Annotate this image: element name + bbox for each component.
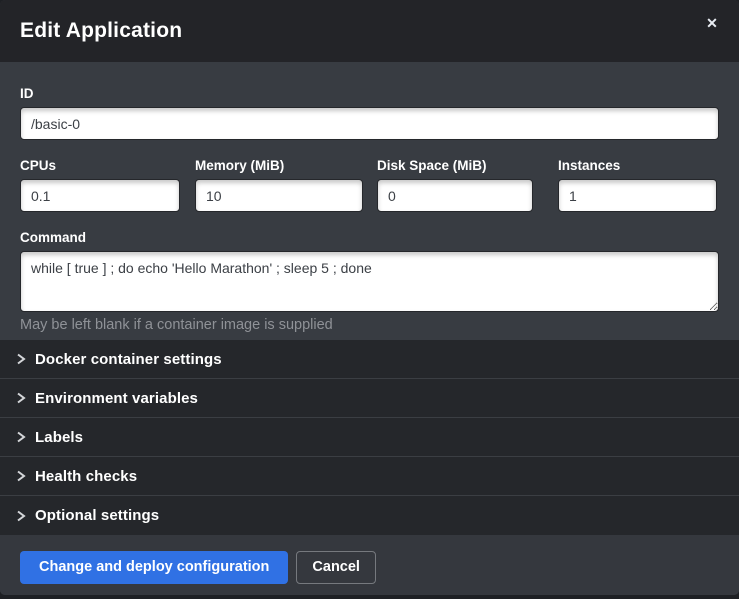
edit-application-modal: Edit Application ✕ ID CPUs Memory (MiB) … xyxy=(0,0,739,595)
cancel-button[interactable]: Cancel xyxy=(296,551,376,584)
section-docker-container-settings[interactable]: Docker container settings xyxy=(0,340,739,379)
command-textarea[interactable]: while [ true ] ; do echo 'Hello Marathon… xyxy=(20,251,719,312)
chevron-right-icon xyxy=(16,510,26,522)
chevron-right-icon xyxy=(16,353,26,365)
close-icon[interactable]: ✕ xyxy=(701,12,723,34)
section-labels[interactable]: Labels xyxy=(0,418,739,457)
disk-space-label: Disk Space (MiB) xyxy=(377,158,533,174)
id-input[interactable] xyxy=(20,107,719,140)
modal-footer: Change and deploy configuration Cancel xyxy=(0,535,739,595)
command-label: Command xyxy=(20,230,719,246)
id-label: ID xyxy=(20,86,719,102)
disk-space-input[interactable] xyxy=(377,179,533,212)
memory-field-group: Memory (MiB) xyxy=(195,158,363,212)
resources-row: CPUs Memory (MiB) Disk Space (MiB) Insta… xyxy=(20,158,719,212)
memory-label: Memory (MiB) xyxy=(195,158,363,174)
instances-label: Instances xyxy=(558,158,717,174)
section-title: Docker container settings xyxy=(35,351,222,368)
chevron-right-icon xyxy=(16,392,26,404)
collapsible-sections: Docker container settings Environment va… xyxy=(0,340,739,535)
chevron-right-icon xyxy=(16,431,26,443)
section-optional-settings[interactable]: Optional settings xyxy=(0,496,739,535)
cpus-label: CPUs xyxy=(20,158,180,174)
page-title: Edit Application xyxy=(20,19,182,43)
cpus-input[interactable] xyxy=(20,179,180,212)
section-title: Optional settings xyxy=(35,507,159,524)
cpus-field-group: CPUs xyxy=(20,158,180,212)
chevron-right-icon xyxy=(16,470,26,482)
section-title: Environment variables xyxy=(35,390,198,407)
section-health-checks[interactable]: Health checks xyxy=(0,457,739,496)
memory-input[interactable] xyxy=(195,179,363,212)
section-title: Health checks xyxy=(35,468,137,485)
section-title: Labels xyxy=(35,429,83,446)
application-form: ID CPUs Memory (MiB) Disk Space (MiB) In… xyxy=(0,62,739,340)
instances-input[interactable] xyxy=(558,179,717,212)
modal-header: Edit Application ✕ xyxy=(0,0,739,62)
command-help-text: May be left blank if a container image i… xyxy=(20,317,719,334)
id-field-group: ID xyxy=(20,86,719,140)
section-environment-variables[interactable]: Environment variables xyxy=(0,379,739,418)
instances-field-group: Instances xyxy=(558,158,717,212)
change-and-deploy-button[interactable]: Change and deploy configuration xyxy=(20,551,288,584)
command-field-group: Command while [ true ] ; do echo 'Hello … xyxy=(20,230,719,334)
disk-space-field-group: Disk Space (MiB) xyxy=(377,158,533,212)
